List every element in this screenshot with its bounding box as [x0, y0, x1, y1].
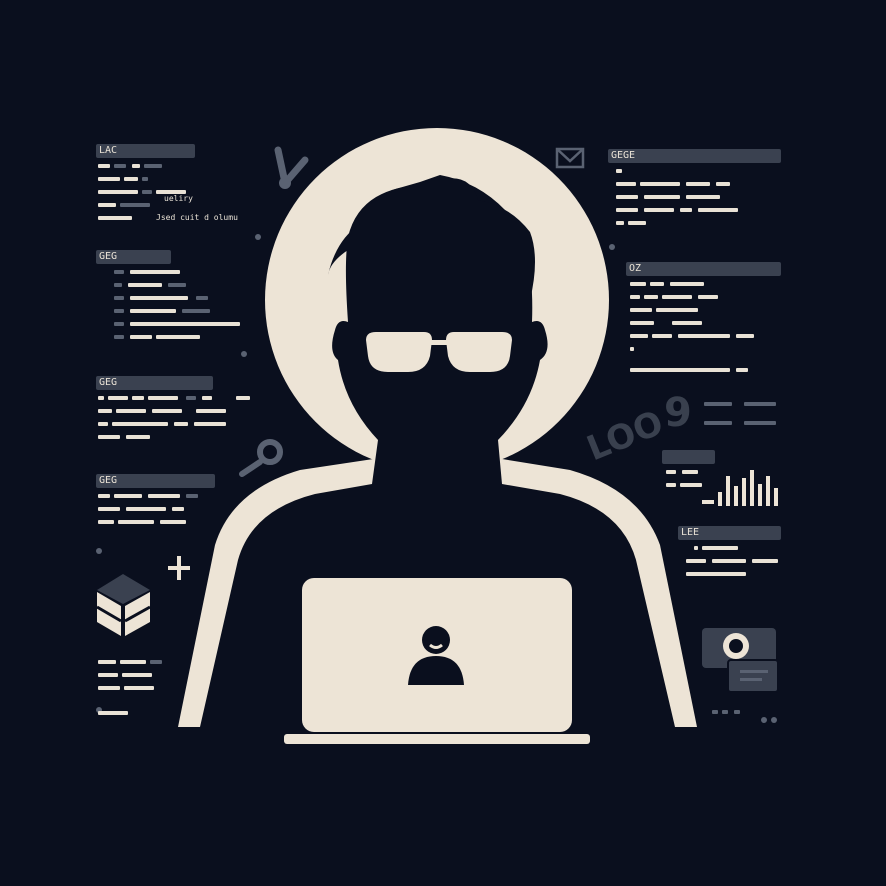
panel-header: GEG [96, 250, 171, 264]
code-panel-right-4 [662, 450, 722, 490]
plus-icon [168, 556, 190, 580]
code-panel-left-1: LAC Jsed cuit d olumu ueliry [96, 144, 256, 226]
panel-header: OZ [626, 262, 781, 276]
developer-illustration [96, 128, 779, 744]
code-panel-left-4: GEG [96, 474, 256, 527]
wrench-icon [274, 146, 309, 189]
panel-header: LEE [678, 526, 781, 540]
camera-icon [702, 628, 779, 693]
code-panel-left-2: GEG [96, 250, 256, 342]
magnifier-icon [239, 439, 283, 477]
panel-code-text: Jsed cuit d olumu [156, 213, 238, 222]
code-panel-right-5: LEE [678, 526, 788, 579]
code-panel-right-2: OZ [626, 262, 786, 375]
panel-header: GEG [96, 474, 215, 488]
code-panel-left-5 [96, 654, 176, 718]
panel-header: GEGE [608, 149, 781, 163]
panel-header: LAC [96, 144, 195, 158]
code-panel-right-3 [700, 396, 780, 428]
panel-code-small: ueliry [164, 194, 193, 203]
code-panel-left-3: GEG [96, 376, 256, 442]
illustration: LAC Jsed cuit d olumu ueliry GEG GEG GEG [0, 0, 886, 886]
laptop-screen [302, 578, 572, 732]
panel-header: GEG [96, 376, 213, 390]
panel-header-blank [662, 450, 715, 464]
cube-icon [96, 574, 151, 636]
laptop-base [284, 734, 590, 744]
code-panel-right-1: GEGE [608, 149, 784, 228]
mail-icon [555, 147, 585, 169]
decor-nine: 9 [664, 390, 692, 436]
code-panel-right-6 [712, 704, 772, 717]
